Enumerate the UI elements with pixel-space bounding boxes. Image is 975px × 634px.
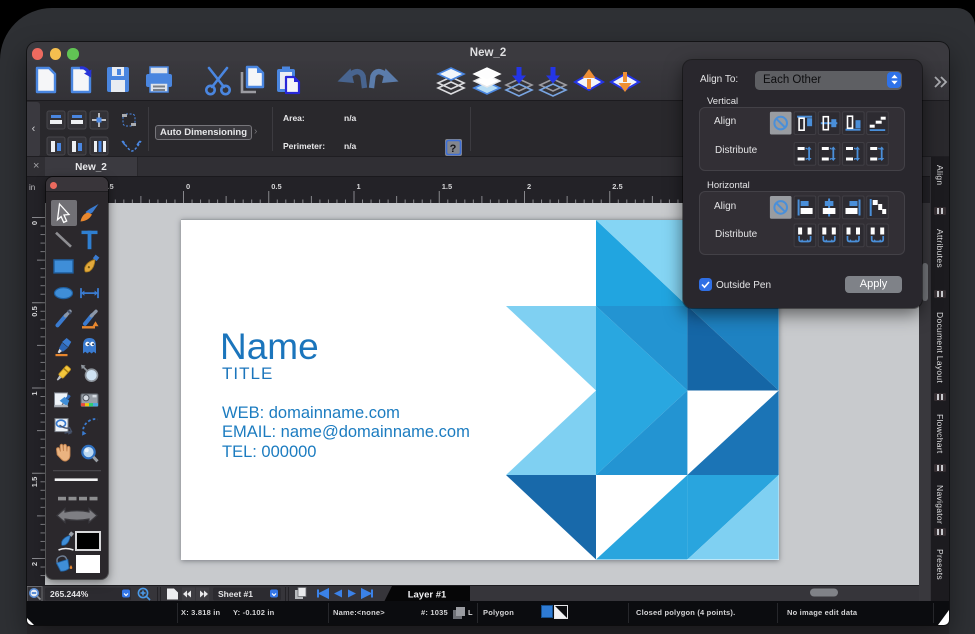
- svg-text:2: 2: [30, 562, 39, 566]
- svg-text:2.5: 2.5: [612, 182, 622, 191]
- svg-text:1.5: 1.5: [442, 182, 452, 191]
- svg-text:1: 1: [357, 182, 361, 191]
- svg-text:1: 1: [30, 392, 39, 396]
- svg-text:?: ?: [450, 143, 457, 155]
- svg-text:Layer #1: Layer #1: [408, 590, 447, 601]
- svg-text:0.5: 0.5: [271, 182, 281, 191]
- svg-text:0: 0: [30, 221, 39, 225]
- svg-text:1.5: 1.5: [30, 477, 39, 487]
- svg-text:0.5: 0.5: [30, 306, 39, 316]
- svg-text:0: 0: [186, 182, 190, 191]
- svg-text:265.244%: 265.244%: [50, 589, 89, 599]
- svg-text:Sheet #1: Sheet #1: [218, 589, 253, 599]
- svg-text:2: 2: [527, 182, 531, 191]
